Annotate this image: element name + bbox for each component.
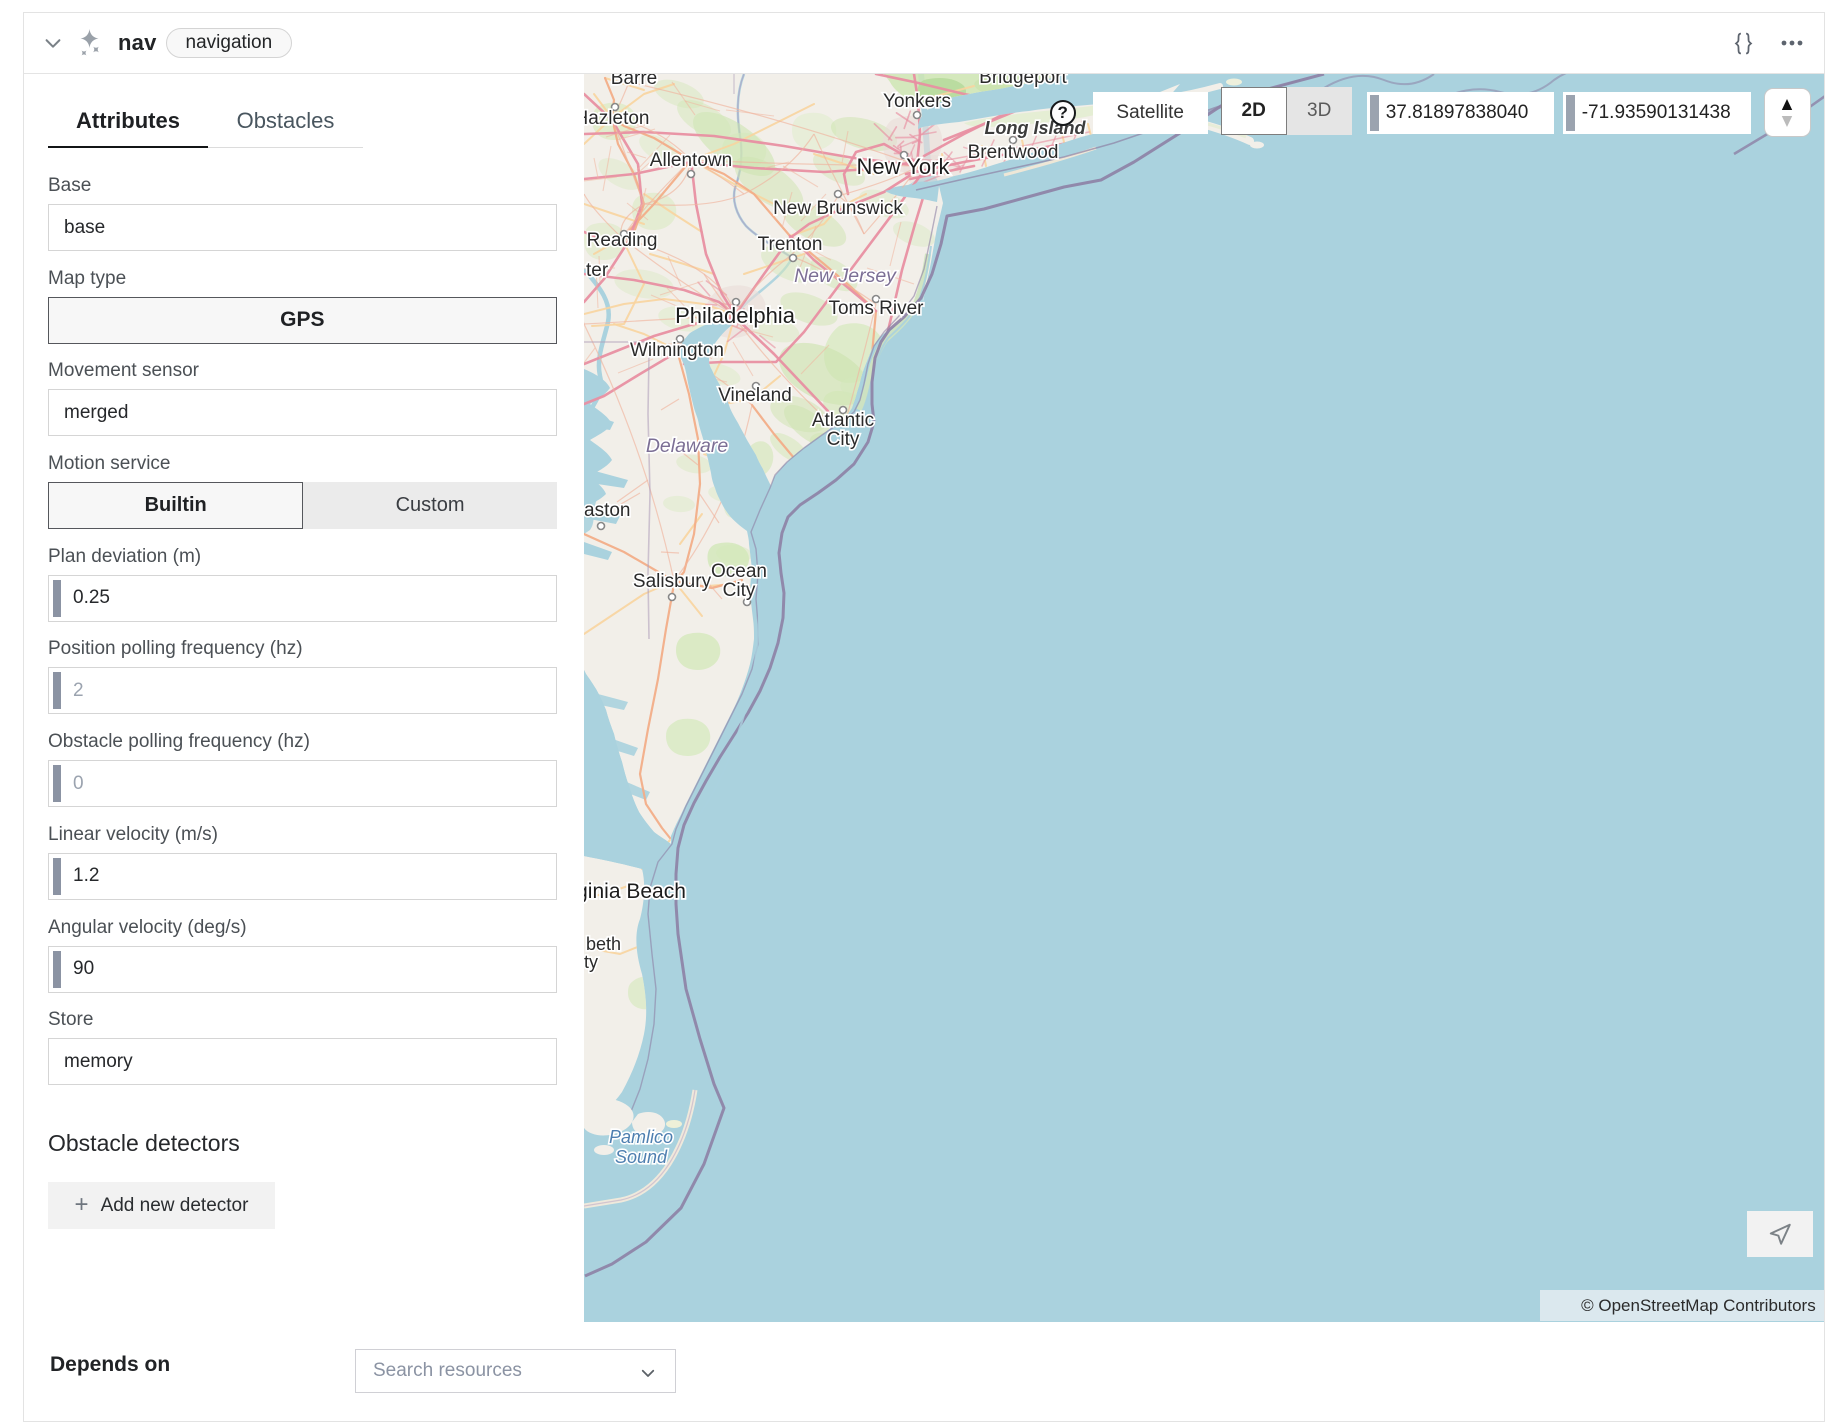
svg-text:Trenton: Trenton: [757, 234, 822, 255]
svg-text:New Jersey: New Jersey: [794, 265, 897, 287]
svg-text:Allentown: Allentown: [650, 150, 732, 171]
svg-text:Pamlico: Pamlico: [609, 1127, 673, 1147]
svg-text:aston: aston: [584, 500, 630, 521]
svg-text:New Brunswick: New Brunswick: [773, 198, 903, 219]
svg-text:Reading: Reading: [586, 230, 657, 251]
svg-text:Salisbury: Salisbury: [633, 571, 712, 592]
svg-text:Bridgeport: Bridgeport: [979, 74, 1067, 88]
svg-text:Brentwood: Brentwood: [967, 142, 1058, 163]
svg-text:Barre: Barre: [610, 74, 656, 89]
svg-text:Atlantic: Atlantic: [812, 410, 874, 431]
svg-text:Wilmington: Wilmington: [630, 340, 724, 361]
svg-text:Hazleton: Hazleton: [584, 108, 650, 129]
svg-text:Sound: Sound: [615, 1147, 668, 1167]
svg-text:New York: New York: [856, 154, 950, 179]
svg-text:ginia Beach: ginia Beach: [584, 880, 686, 903]
svg-text:Toms River: Toms River: [828, 298, 924, 319]
svg-text:City: City: [722, 580, 755, 601]
svg-text:Yonkers: Yonkers: [883, 91, 951, 112]
svg-text:Vineland: Vineland: [718, 385, 792, 406]
svg-text:City: City: [826, 429, 859, 450]
svg-text:Philadelphia: Philadelphia: [675, 303, 796, 328]
svg-text:Delaware: Delaware: [646, 435, 729, 457]
svg-text:Ocean: Ocean: [711, 561, 767, 582]
svg-text:ty: ty: [584, 952, 598, 972]
svg-text:ter: ter: [586, 260, 609, 281]
svg-text:beth: beth: [586, 934, 621, 954]
